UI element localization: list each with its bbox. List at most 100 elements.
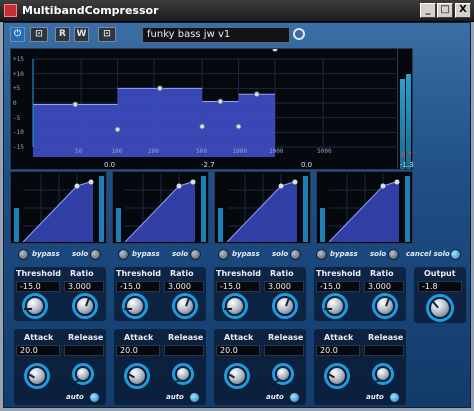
band1-bypass-led[interactable] bbox=[18, 249, 29, 260]
threshold-knob[interactable] bbox=[322, 293, 348, 319]
y-tick-label: +10 bbox=[13, 70, 24, 78]
release-value[interactable] bbox=[64, 345, 104, 356]
band4-gr-readout: -1.3 bbox=[400, 161, 414, 169]
band-3-gain-handle[interactable] bbox=[217, 98, 224, 105]
band-graph[interactable] bbox=[11, 49, 413, 171]
band3-gr-readout: 0.0 bbox=[301, 161, 313, 169]
settings-button[interactable]: ⊡ bbox=[98, 27, 116, 42]
band-4-gain-handle[interactable] bbox=[253, 91, 260, 98]
close-button[interactable]: X bbox=[455, 3, 471, 18]
ratio-knob[interactable] bbox=[72, 293, 98, 319]
attack-knob[interactable] bbox=[24, 363, 50, 389]
band2-solo-led[interactable] bbox=[190, 249, 201, 260]
band1-curve-graph[interactable] bbox=[11, 172, 108, 245]
band4-compressor-panel: Threshold Ratio -15.0 3.000 bbox=[314, 267, 406, 321]
bypass-button[interactable]: ⊡ bbox=[30, 27, 48, 42]
threshold-handle[interactable] bbox=[380, 183, 386, 189]
ratio-value[interactable]: 3.000 bbox=[64, 281, 104, 292]
attack-label: Attack bbox=[24, 333, 54, 342]
band4-curve-graph[interactable] bbox=[317, 172, 414, 245]
band2-curve[interactable] bbox=[112, 171, 209, 244]
attack-knob[interactable] bbox=[224, 363, 250, 389]
x-tick-label: 500 bbox=[196, 148, 207, 155]
output-knob[interactable] bbox=[426, 294, 454, 322]
threshold-knob[interactable] bbox=[222, 293, 248, 319]
auto-release-label: auto bbox=[366, 393, 384, 401]
band4-bypass-led[interactable] bbox=[316, 249, 327, 260]
band3-bypass-led[interactable] bbox=[218, 249, 229, 260]
band-2-region[interactable] bbox=[117, 88, 203, 157]
plugin-panel: ⏻ ⊡ R W ⊡ funky bass jw v1 +15 +10 +5 0 -5 -1… bbox=[3, 22, 471, 408]
ratio-value[interactable]: 3.000 bbox=[264, 281, 304, 292]
band2-bypass-led[interactable] bbox=[118, 249, 129, 260]
maximize-button[interactable]: □ bbox=[437, 3, 453, 18]
threshold-handle[interactable] bbox=[176, 183, 182, 189]
band2-curve-graph[interactable] bbox=[113, 172, 210, 245]
read-automation-button[interactable]: R bbox=[55, 27, 70, 42]
ratio-handle[interactable] bbox=[394, 179, 400, 185]
ratio-handle[interactable] bbox=[292, 179, 298, 185]
preset-name-field[interactable]: funky bass jw v1 bbox=[142, 27, 290, 43]
crossover-2-handle[interactable] bbox=[199, 123, 206, 130]
band4-solo-led[interactable] bbox=[388, 249, 399, 260]
band3-curve-graph[interactable] bbox=[215, 172, 312, 245]
band3-curve[interactable] bbox=[214, 171, 311, 244]
crossover-3-handle[interactable] bbox=[235, 123, 242, 130]
attack-value[interactable]: 20.0 bbox=[316, 345, 360, 356]
auto-release-button[interactable] bbox=[389, 392, 400, 403]
window-titlebar[interactable]: MultibandCompressor _ □ X bbox=[0, 0, 474, 22]
release-knob[interactable] bbox=[72, 363, 94, 385]
threshold-value[interactable]: -15.0 bbox=[116, 281, 160, 292]
release-knob[interactable] bbox=[372, 363, 394, 385]
ratio-knob[interactable] bbox=[372, 293, 398, 319]
crossover-1-handle[interactable] bbox=[114, 126, 121, 133]
band-2-gain-handle[interactable] bbox=[156, 85, 163, 92]
auto-release-button[interactable] bbox=[89, 392, 100, 403]
app-icon bbox=[4, 4, 17, 17]
threshold-handle[interactable] bbox=[74, 183, 80, 189]
threshold-value[interactable]: -15.0 bbox=[316, 281, 360, 292]
release-value[interactable] bbox=[164, 345, 204, 356]
attack-value[interactable]: 20.0 bbox=[216, 345, 260, 356]
write-automation-button[interactable]: W bbox=[74, 27, 89, 42]
attack-knob[interactable] bbox=[124, 363, 150, 389]
threshold-value[interactable]: -15.0 bbox=[16, 281, 60, 292]
minimize-button[interactable]: _ bbox=[420, 3, 436, 18]
band4-curve[interactable] bbox=[316, 171, 413, 244]
attack-value[interactable]: 20.0 bbox=[116, 345, 160, 356]
output-value[interactable]: -1.8 bbox=[418, 281, 462, 292]
release-value[interactable] bbox=[364, 345, 404, 356]
power-button[interactable]: ⏻ bbox=[10, 27, 25, 42]
ratio-handle[interactable] bbox=[88, 179, 94, 185]
ratio-label: Ratio bbox=[170, 269, 194, 278]
band1-curve[interactable] bbox=[10, 171, 107, 244]
ratio-value[interactable]: 3.000 bbox=[364, 281, 404, 292]
threshold-value[interactable]: -15.0 bbox=[216, 281, 260, 292]
threshold-knob[interactable] bbox=[22, 293, 48, 319]
band3-solo-led[interactable] bbox=[290, 249, 301, 260]
release-value[interactable] bbox=[264, 345, 304, 356]
band-1-gain-handle[interactable] bbox=[72, 101, 79, 108]
ratio-knob[interactable] bbox=[172, 293, 198, 319]
auto-release-button[interactable] bbox=[289, 392, 300, 403]
frequency-band-display[interactable]: +15 +10 +5 0 -5 -10 -15 50 100 200 500 1000 2000 500… bbox=[10, 48, 412, 170]
attack-value[interactable]: 20.0 bbox=[16, 345, 60, 356]
release-knob[interactable] bbox=[172, 363, 194, 385]
y-tick-label: -10 bbox=[13, 129, 24, 137]
release-knob[interactable] bbox=[272, 363, 294, 385]
crossover-4-handle[interactable] bbox=[272, 49, 278, 52]
knob-pointer bbox=[224, 308, 232, 310]
threshold-knob[interactable] bbox=[122, 293, 148, 319]
x-tick-label: 100 bbox=[111, 148, 123, 155]
band1-solo-led[interactable] bbox=[90, 249, 101, 260]
threshold-handle[interactable] bbox=[278, 183, 284, 189]
ratio-handle[interactable] bbox=[190, 179, 196, 185]
ratio-value[interactable]: 3.000 bbox=[164, 281, 204, 292]
cancel-solo-button[interactable] bbox=[450, 249, 461, 260]
band2-compressor-panel: Threshold Ratio -15.0 3.000 bbox=[114, 267, 206, 321]
preset-browser-icon[interactable] bbox=[293, 28, 305, 40]
ratio-knob[interactable] bbox=[272, 293, 298, 319]
x-tick-label: 50 bbox=[75, 148, 83, 155]
attack-knob[interactable] bbox=[324, 363, 350, 389]
auto-release-button[interactable] bbox=[189, 392, 200, 403]
